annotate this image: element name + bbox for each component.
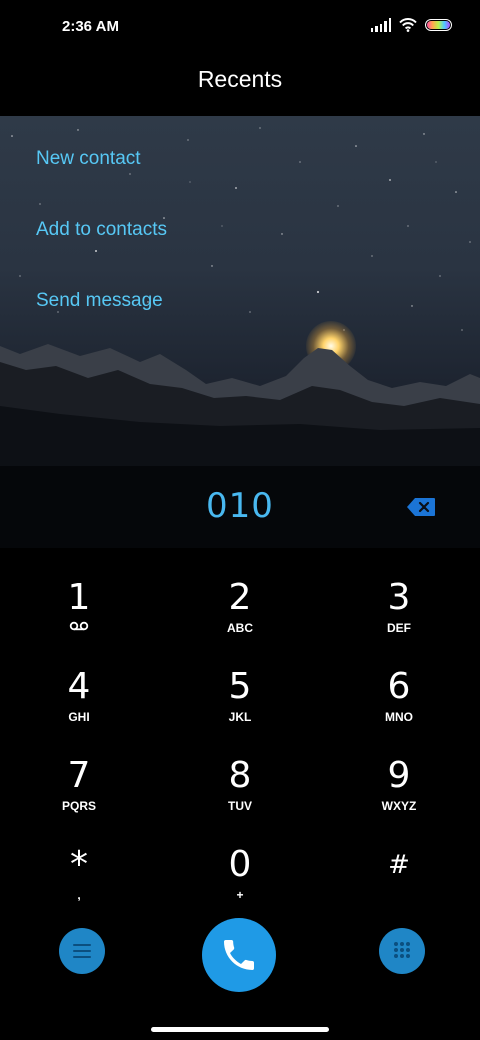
key-7[interactable]: 7 PQRS (19, 756, 139, 814)
key-8[interactable]: 8 TUV (180, 756, 300, 814)
key-digit: 9 (387, 755, 411, 796)
key-digit: 2 (228, 577, 252, 618)
call-button[interactable] (202, 918, 276, 992)
add-to-contacts-link[interactable]: Add to contacts (36, 219, 167, 241)
key-2[interactable]: 2 ABC (180, 578, 300, 636)
key-letters: GHI (68, 710, 90, 724)
key-digit: 3 (387, 577, 411, 618)
key-letters: ABC (227, 621, 253, 635)
key-digit: 4 (67, 666, 91, 707)
key-digit: 7 (67, 755, 91, 796)
key-1[interactable]: 1 (19, 578, 139, 631)
key-star[interactable]: * , (19, 845, 139, 903)
key-letters: DEF (387, 621, 411, 635)
menu-icon (73, 944, 91, 958)
page-title: Recents (197, 66, 283, 92)
key-letters: PQRS (61, 799, 96, 813)
key-digit: 1 (67, 577, 91, 618)
key-hash[interactable]: # (339, 845, 459, 885)
key-digit: # (388, 850, 410, 880)
key-4[interactable]: 4 GHI (19, 667, 139, 725)
backspace-icon[interactable] (406, 497, 436, 517)
phone-icon (224, 940, 254, 970)
key-letters: WXYZ (381, 799, 417, 813)
key-letters: TUV (228, 799, 252, 813)
key-digit: 8 (228, 755, 252, 796)
voicemail-icon (69, 621, 89, 631)
key-letters: , (77, 888, 81, 902)
new-contact-link[interactable]: New contact (36, 148, 141, 170)
key-0[interactable]: 0 + (180, 845, 300, 903)
dialpad-toggle-button[interactable] (379, 928, 425, 974)
wifi-icon (399, 18, 417, 32)
title-bar: Recents (0, 56, 480, 116)
key-6[interactable]: 6 MNO (339, 667, 459, 725)
dialpad-icon (394, 942, 410, 958)
key-digit: 6 (387, 666, 411, 707)
status-bar: 2:36 AM (0, 0, 480, 56)
key-9[interactable]: 9 WXYZ (339, 756, 459, 814)
status-icons (370, 18, 452, 32)
send-message-link[interactable]: Send message (36, 290, 163, 312)
key-letters: MNO (385, 710, 413, 724)
status-time: 2:36 AM (62, 18, 119, 35)
key-digit: 5 (228, 666, 252, 707)
battery-icon (425, 19, 452, 31)
signal-icon (370, 18, 391, 32)
key-letters: JKL (228, 710, 252, 724)
home-indicator[interactable] (151, 1027, 329, 1032)
key-digit: 0 (228, 844, 252, 885)
key-letters: + (236, 888, 244, 902)
menu-button[interactable] (59, 928, 105, 974)
wallpaper-background: New contact Add to contacts Send message (0, 116, 480, 548)
key-3[interactable]: 3 DEF (339, 578, 459, 636)
key-digit: * (70, 844, 88, 885)
key-5[interactable]: 5 JKL (180, 667, 300, 725)
dial-keypad: 1 2 ABC 3 DEF 4 GHI 5 JKL 6 MNO 7 PQRS 8… (0, 548, 480, 910)
